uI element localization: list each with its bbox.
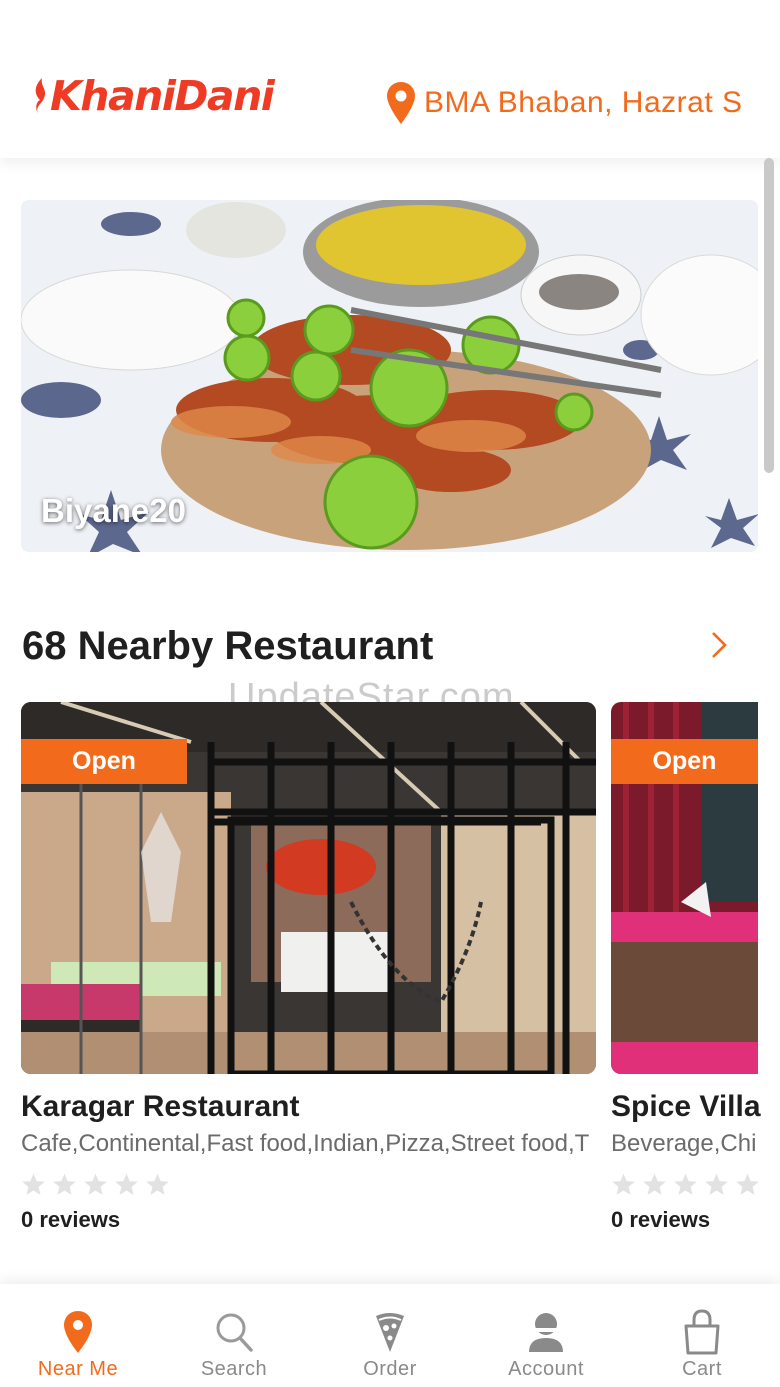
star-icon — [146, 1173, 169, 1195]
shopping-bag-icon — [684, 1309, 720, 1355]
nav-account[interactable]: Account — [468, 1284, 624, 1387]
nav-label: Near Me — [37, 1358, 119, 1380]
rating-stars — [611, 1172, 780, 1197]
search-icon — [216, 1313, 253, 1352]
user-icon — [529, 1313, 563, 1352]
nav-near-me[interactable]: Near Me — [0, 1284, 156, 1387]
star-icon — [22, 1173, 45, 1195]
restaurant-cuisines: Cafe,Continental,Fast food,Indian,Pizza,… — [21, 1130, 590, 1157]
khanidani-logo[interactable]: KhaniDani — [32, 66, 275, 126]
star-icon — [115, 1173, 138, 1195]
nav-label: Order — [363, 1358, 417, 1380]
restaurant-image: Open — [611, 702, 758, 1074]
chevron-right-icon[interactable] — [706, 628, 732, 662]
star-icon — [643, 1173, 666, 1195]
nav-label: Account — [508, 1358, 584, 1380]
restaurant-cuisines: Beverage,Chi — [611, 1130, 757, 1157]
nav-order[interactable]: Order — [312, 1284, 468, 1387]
star-icon — [612, 1173, 635, 1195]
pizza-icon — [376, 1313, 404, 1352]
open-status-badge: Open — [21, 739, 187, 784]
logo-text: KhaniDani — [50, 72, 275, 120]
restaurant-name: Spice Villa — [611, 1090, 761, 1123]
app-header: KhaniDani BMA Bhaban, Hazrat S — [0, 0, 780, 158]
logo-flame-icon — [35, 78, 46, 114]
star-icon — [84, 1173, 107, 1195]
nearby-restaurants-title: 68 Nearby Restaurant — [22, 624, 434, 668]
nav-cart[interactable]: Cart — [624, 1284, 780, 1387]
open-status-badge: Open — [611, 739, 758, 784]
promo-banner[interactable]: Biyane20 — [21, 200, 758, 552]
delivery-location-selector[interactable]: BMA Bhaban, Hazrat S — [386, 80, 766, 126]
review-count: 0 reviews — [611, 1207, 711, 1232]
star-icon — [53, 1173, 76, 1195]
restaurant-name: Karagar Restaurant — [21, 1090, 300, 1123]
restaurant-card[interactable]: Open Spice Villa Beverage,Chi 0 reviews — [611, 702, 780, 1233]
location-pin-icon — [387, 82, 415, 124]
star-icon — [736, 1173, 759, 1195]
restaurant-card[interactable]: Open Karagar Restaurant Cafe,Continental… — [21, 702, 596, 1233]
star-icon — [674, 1173, 697, 1195]
nav-label: Cart — [682, 1358, 722, 1380]
star-icon — [705, 1173, 728, 1195]
nav-search[interactable]: Search — [156, 1284, 312, 1387]
rating-stars — [21, 1172, 596, 1197]
nav-label: Search — [200, 1358, 268, 1380]
restaurant-image: Open — [21, 702, 596, 1074]
scrollbar[interactable] — [764, 158, 774, 473]
bottom-navigation: Near Me Search Order Account Cart — [0, 1284, 780, 1387]
review-count: 0 reviews — [21, 1207, 121, 1232]
location-pin-icon — [64, 1311, 92, 1353]
location-text: BMA Bhaban, Hazrat S — [424, 86, 743, 119]
banner-label: Biyane20 — [41, 492, 186, 529]
